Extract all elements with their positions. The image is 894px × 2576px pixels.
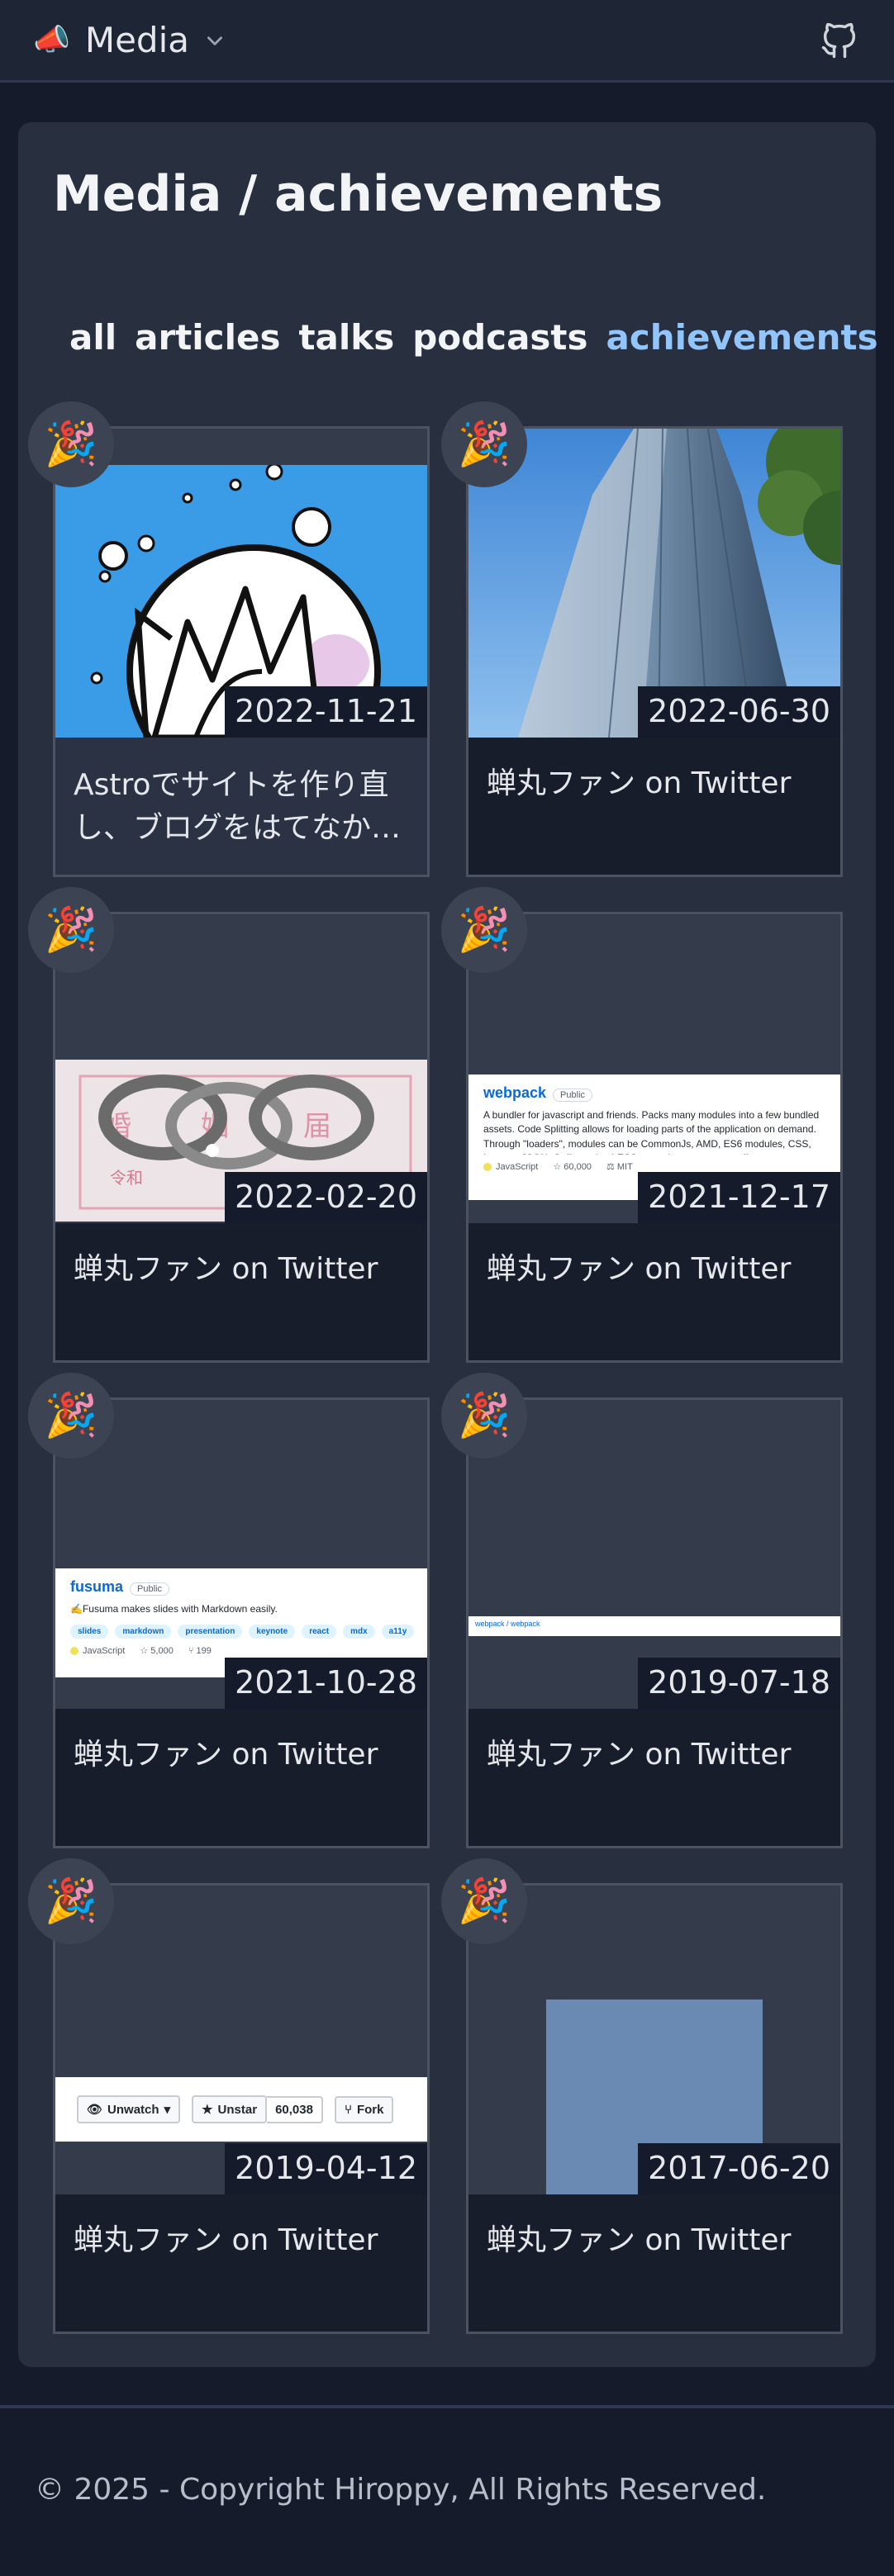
card-thumbnail: 👁 Unwatch ▾ ★ Unstar 60,038 ⑂ Fork <box>55 2077 427 2142</box>
party-popper-icon: 🎉 <box>28 887 114 973</box>
topic-tag: slides <box>70 1625 109 1639</box>
media-card[interactable]: webpack Public A bundler for javascript a… <box>466 912 843 1363</box>
party-popper-icon: 🎉 <box>28 1858 114 1944</box>
unwatch-button[interactable]: 👁 Unwatch ▾ <box>77 2095 181 2123</box>
tab-achievements[interactable]: achievements <box>606 317 878 358</box>
topic-tag: mdx <box>343 1625 375 1639</box>
card-date: 2019-04-12 <box>225 2143 427 2194</box>
card-date: 2022-02-20 <box>225 1172 427 1223</box>
media-card[interactable]: 婚 姻 届 令和 蝉丸ファン on Twitter 2022-02-20 <box>53 912 430 1363</box>
visibility-badge: Public <box>553 1089 593 1102</box>
category-tabs: all articles talks podcasts achievements <box>69 317 878 358</box>
card-caption: 蝉丸ファン on Twitter <box>55 2194 427 2332</box>
visibility-badge: Public <box>130 1582 169 1596</box>
github-icon[interactable] <box>818 19 861 62</box>
caret-down-icon: ▾ <box>164 2103 171 2117</box>
license-label: ⚖ MIT <box>606 1162 633 1172</box>
card-caption: Astroでサイトを作り直し、ブログをはてなか… <box>55 738 427 875</box>
repo-path: webpack / webpack <box>475 1620 540 1628</box>
footer-divider <box>0 2405 894 2408</box>
topic-tag: markdown <box>115 1625 172 1639</box>
unstar-button[interactable]: ★ Unstar <box>192 2095 268 2123</box>
party-popper-icon: 🎉 <box>441 1373 527 1459</box>
topic-tag: presentation <box>178 1625 243 1639</box>
repo-header-strip: webpack / webpack <box>468 1616 840 1636</box>
site-section-title: Media <box>84 20 189 60</box>
repo-description: ✍️Fusuma makes slides with Markdown easi… <box>70 1603 278 1615</box>
media-card[interactable]: fusuma Public ✍️Fusuma makes slides with … <box>53 1397 430 1848</box>
party-popper-icon: 🎉 <box>441 401 527 487</box>
page-title: Media / achievements <box>53 165 663 223</box>
tab-all[interactable]: all <box>69 317 117 358</box>
media-menu[interactable]: 📣 Media <box>33 20 226 60</box>
star-count: ☆ 5,000 <box>140 1646 174 1657</box>
photo-text-todoke: 届 <box>303 1110 331 1143</box>
fork-count: ⑂ 199 <box>188 1645 212 1656</box>
card-caption: 蝉丸ファン on Twitter <box>468 1709 840 1846</box>
star-count: ☆ 60,000 <box>553 1162 592 1172</box>
party-popper-icon: 🎉 <box>28 1373 114 1459</box>
media-card[interactable]: 👁 Unwatch ▾ ★ Unstar 60,038 ⑂ Fork 蝉丸ファン on … <box>53 1883 430 2334</box>
language-dot <box>70 1646 78 1655</box>
party-popper-icon: 🎉 <box>28 401 114 487</box>
card-thumbnail: webpack / webpack <box>468 1616 840 1636</box>
media-card[interactable]: 蝉丸ファン on Twitter 2017-06-20 <box>466 1883 843 2334</box>
topic-tag: react <box>302 1625 337 1639</box>
card-caption: 蝉丸ファン on Twitter <box>55 1709 427 1846</box>
tab-talks[interactable]: talks <box>298 317 394 358</box>
language-label: JavaScript <box>70 1646 125 1656</box>
star-icon: ★ <box>202 2103 213 2117</box>
repo-name: fusuma <box>70 1578 124 1595</box>
party-popper-icon: 🎉 <box>441 1858 527 1944</box>
card-date: 2022-06-30 <box>638 686 840 738</box>
party-popper-icon: 🎉 <box>441 887 527 973</box>
github-action-bar: 👁 Unwatch ▾ ★ Unstar 60,038 ⑂ Fork <box>55 2077 427 2142</box>
repo-description: A bundler for javascript and friends. Pa… <box>483 1109 820 1155</box>
copyright-text: © 2025 - Copyright Hiroppy, All Rights R… <box>35 2473 767 2507</box>
card-date: 2017-06-20 <box>638 2143 840 2194</box>
topic-tag: a11y <box>381 1625 415 1639</box>
megaphone-icon: 📣 <box>33 22 70 57</box>
chevron-down-icon[interactable] <box>204 30 226 51</box>
card-caption: 蝉丸ファン on Twitter <box>55 1223 427 1360</box>
main-panel: Media / achievements all articles talks … <box>18 122 878 2367</box>
tab-articles[interactable]: articles <box>135 317 280 358</box>
card-caption: 蝉丸ファン on Twitter <box>468 2194 840 2332</box>
card-caption: 蝉丸ファン on Twitter <box>468 1223 840 1360</box>
language-label: JavaScript <box>483 1162 538 1172</box>
topic-tag: keynote <box>249 1625 296 1639</box>
tab-podcasts[interactable]: podcasts <box>412 317 587 358</box>
repo-name: webpack <box>483 1084 547 1101</box>
media-card[interactable]: webpack / webpack 蝉丸ファン on Twitter 2019-… <box>466 1397 843 1848</box>
fork-icon: ⑂ <box>344 2102 352 2117</box>
card-date: 2019-07-18 <box>638 1658 840 1709</box>
top-header: 📣 Media <box>0 0 894 83</box>
fork-button[interactable]: ⑂ Fork <box>334 2095 394 2123</box>
card-date: 2021-12-17 <box>638 1172 840 1223</box>
eye-icon: 👁 <box>87 2103 103 2117</box>
card-date: 2022-11-21 <box>225 686 427 738</box>
language-dot <box>483 1162 492 1171</box>
card-caption: 蝉丸ファン on Twitter <box>468 738 840 875</box>
media-card[interactable]: 蝉丸ファン on Twitter 2022-06-30 <box>466 426 843 877</box>
photo-text-reiwa: 令和 <box>110 1168 143 1188</box>
card-date: 2021-10-28 <box>225 1658 427 1709</box>
star-count: 60,038 <box>267 2095 323 2123</box>
topic-list: slides markdown presentation keynote rea… <box>70 1625 415 1639</box>
media-card[interactable]: Astroでサイトを作り直し、ブログをはてなか… 2022-11-21 <box>53 426 430 877</box>
